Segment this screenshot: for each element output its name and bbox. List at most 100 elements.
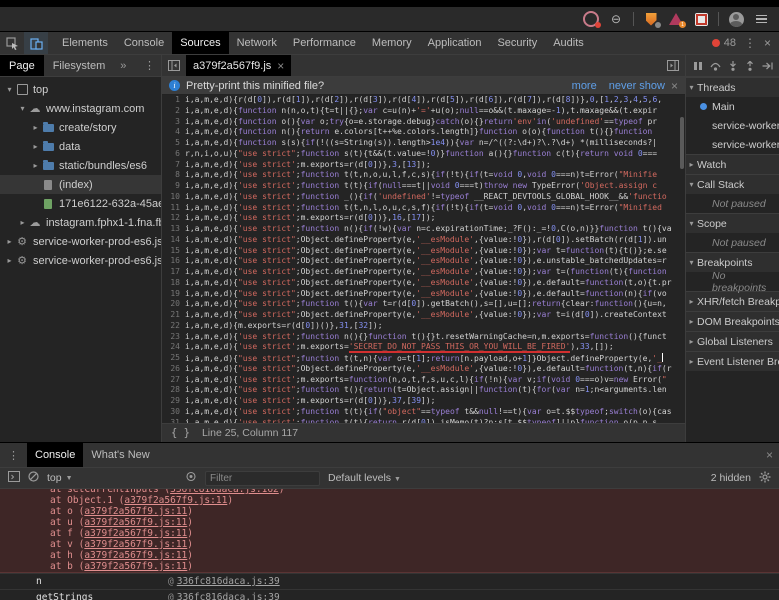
code-line[interactable]: 18i,a,m,e,d){"use strict";Object.defineP… (162, 278, 685, 289)
inspect-element-icon[interactable] (0, 32, 24, 54)
code-line[interactable]: 11i,a,m,e,d){'use strict';function t(t,n… (162, 203, 685, 214)
line-number[interactable]: 5 (162, 138, 185, 149)
code-line-content[interactable]: i,a,m,e,d){"use strict";Object.definePro… (185, 267, 685, 278)
extension-lens-icon[interactable] (583, 11, 599, 27)
code-line-content[interactable]: i,a,m,e,d){"use strict";function t(){var… (185, 299, 685, 310)
code-line-content[interactable]: i,a,m,e,d){"use strict";Object.definePro… (185, 278, 685, 289)
live-expression-icon[interactable] (185, 471, 197, 485)
code-line[interactable]: 31i,a,m,e,d){'use strict';function t(t){… (162, 418, 685, 424)
stack-frame-link[interactable]: a379f2a567f9.js:11 (84, 550, 187, 561)
line-number[interactable]: 30 (162, 407, 185, 418)
code-line-content[interactable]: i,a,m,e,d){function o(){var o;try{o=e.st… (185, 117, 685, 128)
code-line-content[interactable]: i,a,m,e,d){r(d[0]),r(d[1]),r(d[2]),r(d[3… (185, 95, 685, 106)
code-line[interactable]: 3i,a,m,e,d){function o(){var o;try{o=e.s… (162, 117, 685, 128)
line-number[interactable]: 4 (162, 127, 185, 138)
code-line[interactable]: 26i,a,m,e,d){"use strict";Object.defineP… (162, 364, 685, 375)
file-tab-close-icon[interactable]: × (277, 59, 284, 73)
zoom-out-icon[interactable]: ⊖ (608, 11, 624, 27)
devtools-tab-network[interactable]: Network (229, 32, 285, 54)
editor-scrollbar[interactable] (679, 95, 685, 423)
line-number[interactable]: 12 (162, 213, 185, 224)
line-number[interactable]: 10 (162, 192, 185, 203)
code-line[interactable]: 15i,a,m,e,d){"use strict";Object.defineP… (162, 246, 685, 257)
section-header-xhr-fetch-breakpoints[interactable]: ▸XHR/fetch Breakpoints (686, 291, 779, 311)
code-line[interactable]: 19i,a,m,e,d){"use strict";Object.defineP… (162, 289, 685, 300)
toggle-navigator-icon[interactable] (162, 55, 186, 76)
stack-frame-link[interactable]: a379f2a567f9.js:11 (84, 506, 187, 517)
code-line-content[interactable]: i,a,m,e,d){'use strict';m.exports='SECRE… (185, 342, 685, 353)
code-line[interactable]: 8i,a,m,e,d){'use strict';function t(t,n,… (162, 170, 685, 181)
code-line[interactable]: 13i,a,m,e,d){'use strict';function n(){i… (162, 224, 685, 235)
pretty-print-icon[interactable]: { } (171, 427, 190, 439)
code-line[interactable]: 29i,a,m,e,d){'use strict';m.exports=r(d[… (162, 396, 685, 407)
code-line[interactable]: 30i,a,m,e,d){'use strict';function t(t){… (162, 407, 685, 418)
code-line-content[interactable]: i,a,m,e,d){"use strict";Object.definePro… (185, 310, 685, 321)
devtools-tab-console[interactable]: Console (116, 32, 172, 54)
line-number[interactable]: 8 (162, 170, 185, 181)
console-settings-gear-icon[interactable] (759, 471, 771, 486)
tree-item-static-bundles-es6[interactable]: ▸static/bundles/es6 (0, 156, 161, 175)
trace-source-link[interactable]: 336fc816daca.js:39 (177, 592, 280, 600)
devtools-menu-icon[interactable]: ⋮ (744, 36, 756, 50)
line-number[interactable]: 2 (162, 106, 185, 117)
tree-item-www-instagram-com[interactable]: ▾☁www.instagram.com (0, 99, 161, 118)
devtools-tab-performance[interactable]: Performance (285, 32, 364, 54)
scrollbar-thumb[interactable] (680, 117, 684, 169)
tree-item-171e6122-632a-45ae-9698[interactable]: 171e6122-632a-45ae-9698 (0, 194, 161, 213)
code-line-content[interactable]: i,a,m,e,d){"use strict";Object.definePro… (185, 289, 685, 300)
code-line-content[interactable]: i,a,m,e,d){'use strict';function _(){if(… (185, 192, 685, 203)
code-line-content[interactable]: i,a,m,e,d){'use strict';function t(t){re… (185, 418, 685, 424)
step-out-icon[interactable] (745, 61, 755, 71)
code-line[interactable]: 14i,a,m,e,d){"use strict";Object.defineP… (162, 235, 685, 246)
line-number[interactable]: 20 (162, 299, 185, 310)
section-header-global-listeners[interactable]: ▸Global Listeners (686, 331, 779, 351)
shield-extension-icon[interactable] (643, 11, 659, 27)
drawer-tab-what-s-new[interactable]: What's New (83, 443, 157, 467)
tab-page[interactable]: Page (0, 55, 44, 76)
line-number[interactable]: 9 (162, 181, 185, 192)
devtools-tab-elements[interactable]: Elements (54, 32, 116, 54)
line-number[interactable]: 29 (162, 396, 185, 407)
code-line-content[interactable]: i,a,m,e,d){'use strict';function n(){if(… (185, 224, 685, 235)
line-number[interactable]: 11 (162, 203, 185, 214)
code-line[interactable]: 25i,a,m,e,d){"use strict";function t(t,n… (162, 353, 685, 364)
stack-frame-link[interactable]: a379f2a567f9.js:11 (84, 517, 187, 528)
code-line[interactable]: 2i,a,m,e,d){function n(n,o,t){t=t||{};va… (162, 106, 685, 117)
line-number[interactable]: 1 (162, 95, 185, 106)
code-line-content[interactable]: i,a,m,e,d){function n(n,o,t){t=t||{};var… (185, 106, 685, 117)
code-line-content[interactable]: i,a,m,e,d){"use strict";Object.definePro… (185, 256, 685, 267)
code-line-content[interactable]: i,a,m,e,d){function n(){return e.colors[… (185, 127, 685, 138)
code-line[interactable]: 28i,a,m,e,d){"use strict";function t(){r… (162, 385, 685, 396)
drawer-close-icon[interactable]: × (760, 443, 779, 467)
navigator-menu-icon[interactable]: ⋮ (138, 55, 161, 76)
line-number[interactable]: 19 (162, 289, 185, 300)
section-header-watch[interactable]: ▸Watch (686, 154, 779, 174)
line-number[interactable]: 17 (162, 267, 185, 278)
clear-console-icon[interactable] (28, 471, 39, 485)
code-line-content[interactable]: i,a,m,e,d){'use strict';function t(t){if… (185, 407, 685, 418)
stack-frame-link[interactable]: 336fc816daca.js:162 (170, 489, 279, 495)
drawer-menu-icon[interactable]: ⋮ (0, 443, 27, 467)
code-line-content[interactable]: i,a,m,e,d){'use strict';m.exports=r(d[0]… (185, 213, 685, 224)
trace-row[interactable]: n@336fc816daca.js:39 (0, 573, 779, 589)
code-line-content[interactable]: i,a,m,e,d){"use strict";Object.definePro… (185, 235, 685, 246)
code-line-content[interactable]: i,a,m,e,d){'use strict';m.exports=functi… (185, 375, 685, 386)
code-line[interactable]: 12i,a,m,e,d){'use strict';m.exports=r(d[… (162, 213, 685, 224)
line-number[interactable]: 28 (162, 385, 185, 396)
line-number[interactable]: 31 (162, 418, 185, 424)
thread-item[interactable]: service-worker-pr… (686, 135, 779, 154)
code-line-content[interactable]: i,a,m,e,d){'use strict';m.exports=r(d[0]… (185, 160, 685, 171)
code-line[interactable]: 24i,a,m,e,d){'use strict';m.exports='SEC… (162, 342, 685, 353)
open-file-panel-icon[interactable] (661, 55, 685, 76)
section-header-event-listener-breakp[interactable]: ▸Event Listener Breakp (686, 351, 779, 371)
code-line[interactable]: 4i,a,m,e,d){function n(){return e.colors… (162, 127, 685, 138)
console-filter-input[interactable] (205, 471, 320, 486)
console-messages[interactable]: at setCurrentInputs (336fc816daca.js:162… (0, 489, 779, 600)
trace-row[interactable]: getStrings@336fc816daca.js:39 (0, 589, 779, 600)
code-line[interactable]: 21i,a,m,e,d){"use strict";Object.defineP… (162, 310, 685, 321)
line-number[interactable]: 6 (162, 149, 185, 160)
tree-item-create-story[interactable]: ▸create/story (0, 118, 161, 137)
devtools-tab-application[interactable]: Application (420, 32, 490, 54)
line-number[interactable]: 15 (162, 246, 185, 257)
line-number[interactable]: 22 (162, 321, 185, 332)
